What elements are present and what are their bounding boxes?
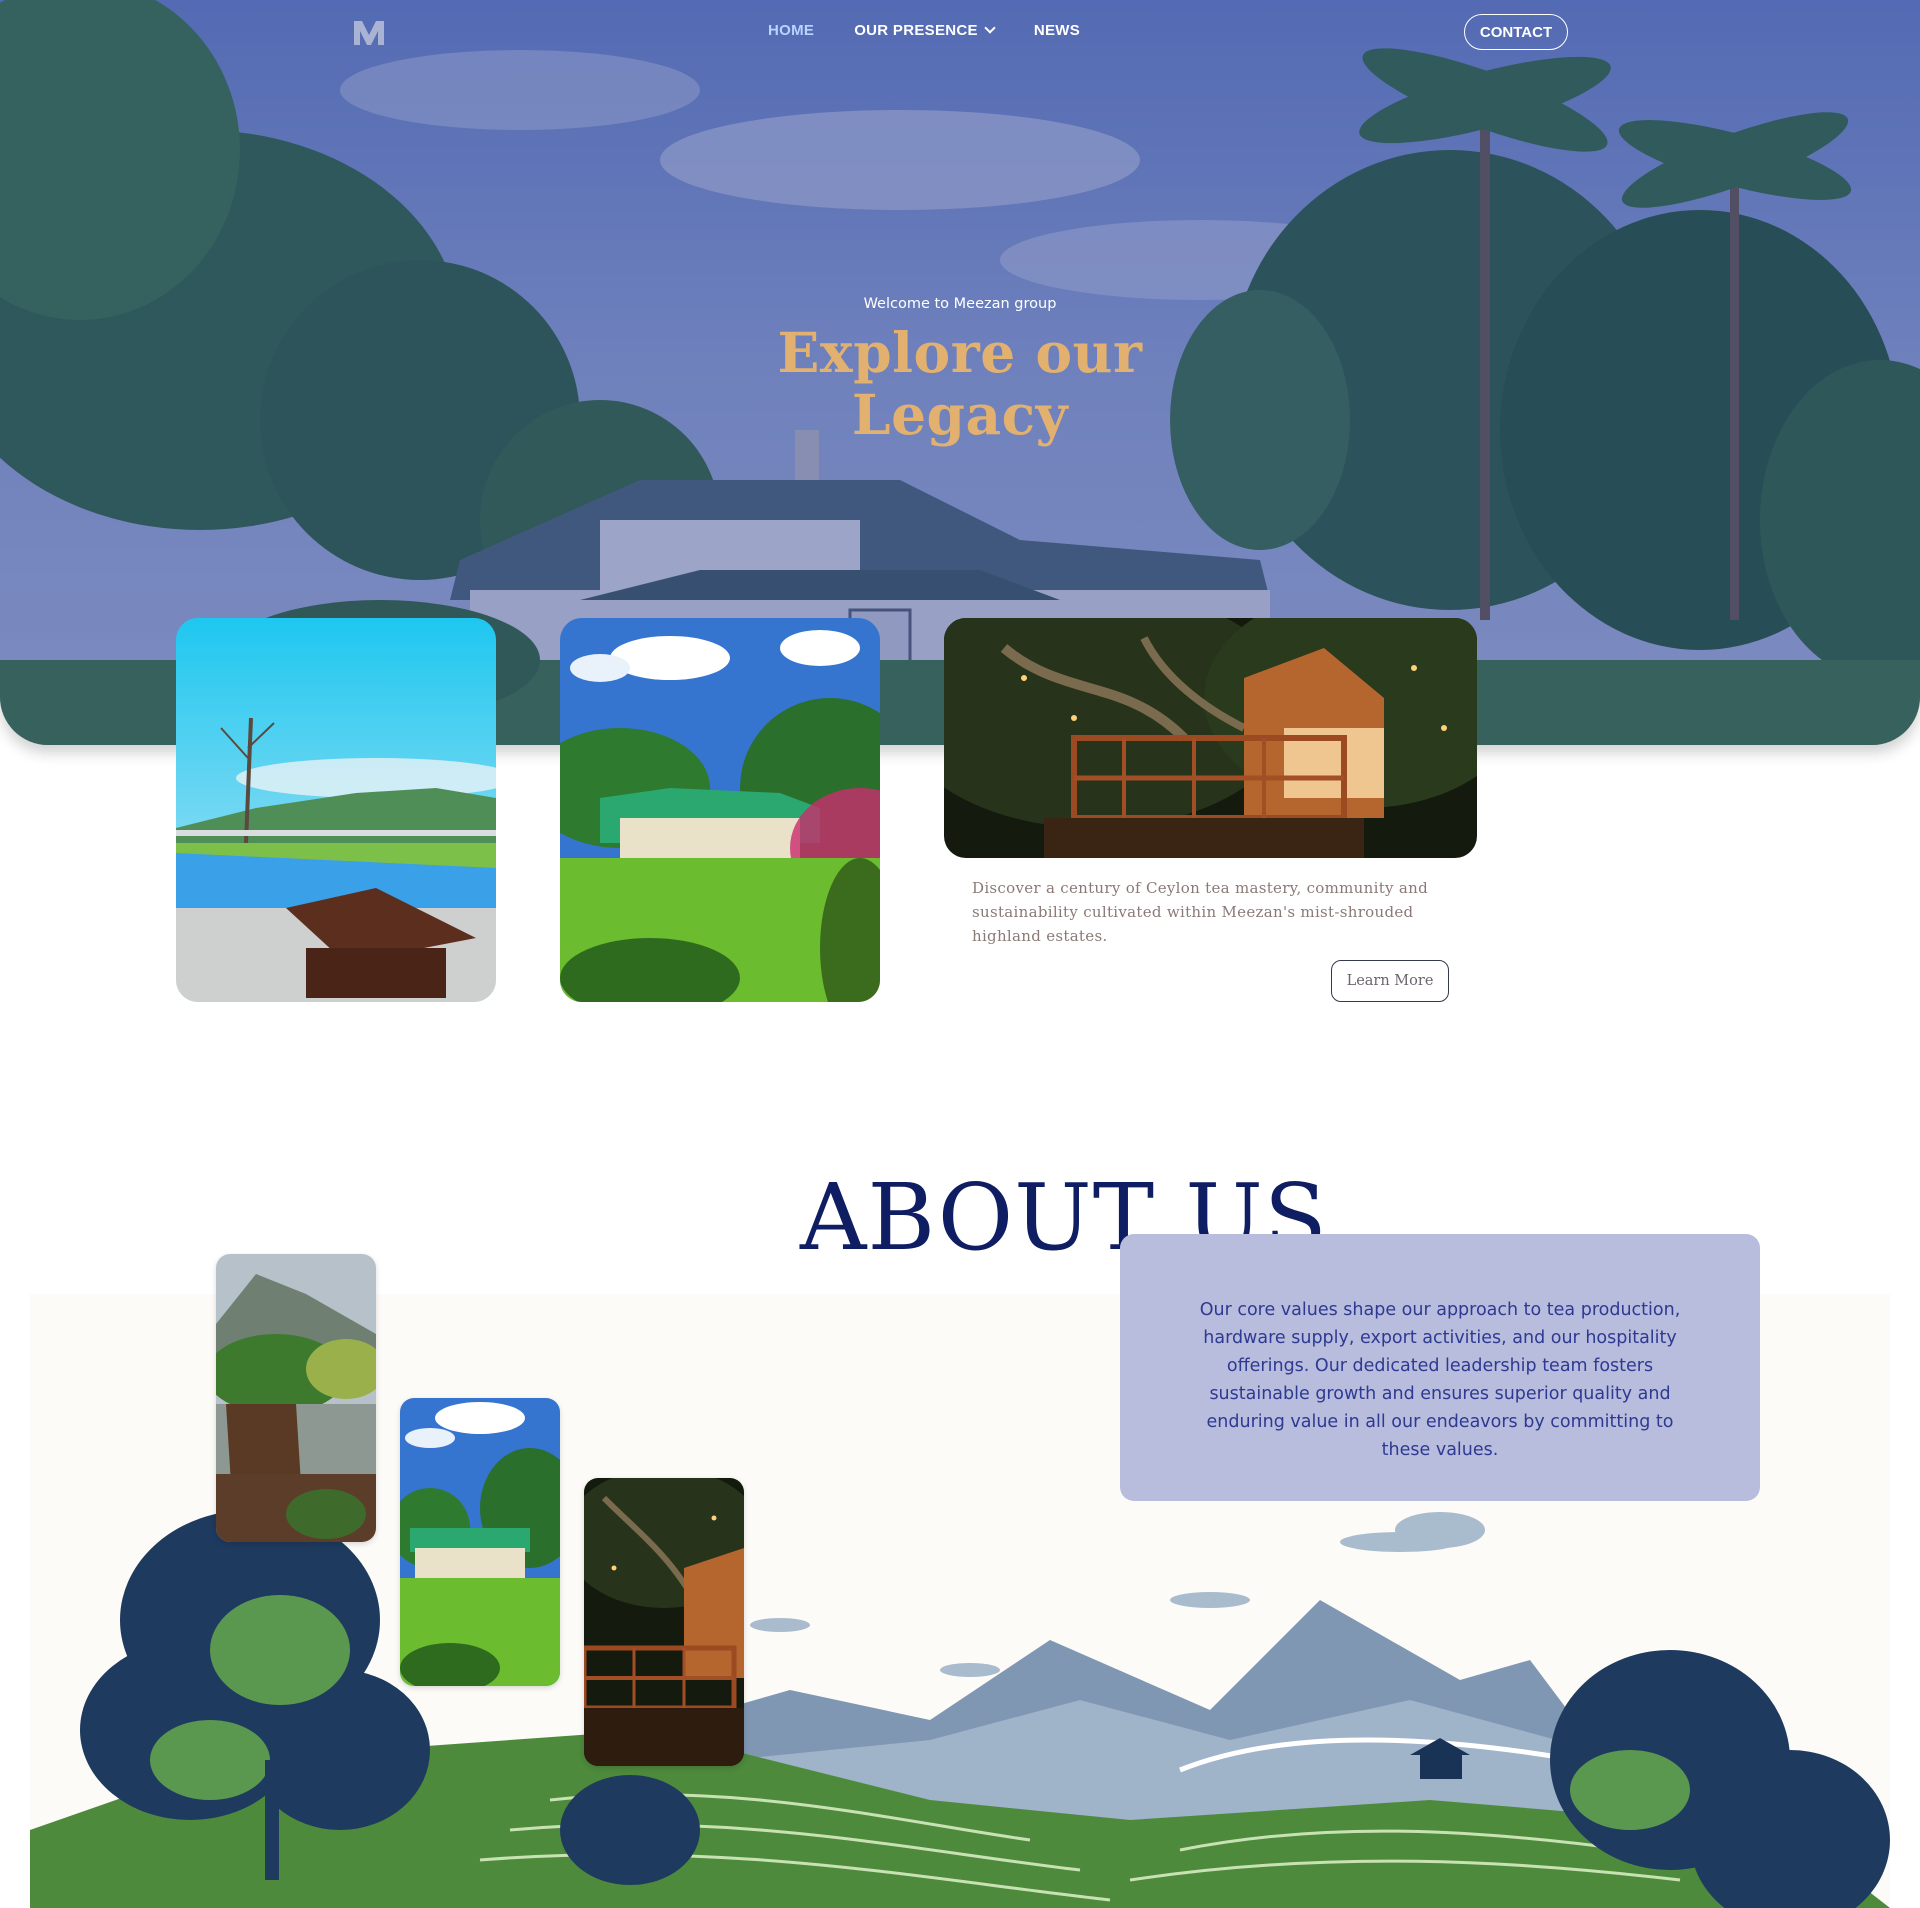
hero-kicker: Welcome to Meezan group — [863, 296, 1057, 312]
about-pool-thumbnail — [216, 1254, 376, 1542]
about-description-box: Our core values shape our approach to te… — [1120, 1234, 1760, 1501]
treehouse-photo — [944, 618, 1477, 858]
hero-title-line2: Legacy — [851, 382, 1069, 447]
meezan-logo-icon[interactable] — [352, 17, 386, 47]
hero-title-line1: Explore our — [777, 320, 1143, 385]
about-garden-thumbnail — [400, 1398, 560, 1686]
nav-item-home[interactable]: HOME — [768, 22, 814, 39]
nav-item-news[interactable]: NEWS — [1034, 22, 1080, 39]
learn-more-button[interactable]: Learn More — [1331, 960, 1449, 1002]
garden-bungalow-photo — [560, 618, 880, 1002]
pool-photo — [176, 618, 496, 1002]
nav-item-label: HOME — [768, 22, 815, 39]
hero-title: Explore our Legacy — [760, 322, 1160, 446]
tea-estate-illustration — [30, 1510, 1890, 1908]
main-nav: HOME OUR PRESENCE NEWS — [768, 22, 1080, 39]
contact-button[interactable]: CONTACT — [1464, 14, 1568, 50]
about-description: Our core values shape our approach to te… — [1199, 1300, 1681, 1460]
intro-text: Discover a century of Ceylon tea mastery… — [972, 879, 1428, 945]
nav-item-label: NEWS — [1033, 22, 1081, 39]
chevron-down-icon — [984, 22, 996, 34]
nav-item-label: OUR PRESENCE — [854, 22, 978, 39]
nav-item-our-presence[interactable]: OUR PRESENCE — [854, 22, 996, 39]
about-treehouse-thumbnail — [584, 1478, 744, 1766]
